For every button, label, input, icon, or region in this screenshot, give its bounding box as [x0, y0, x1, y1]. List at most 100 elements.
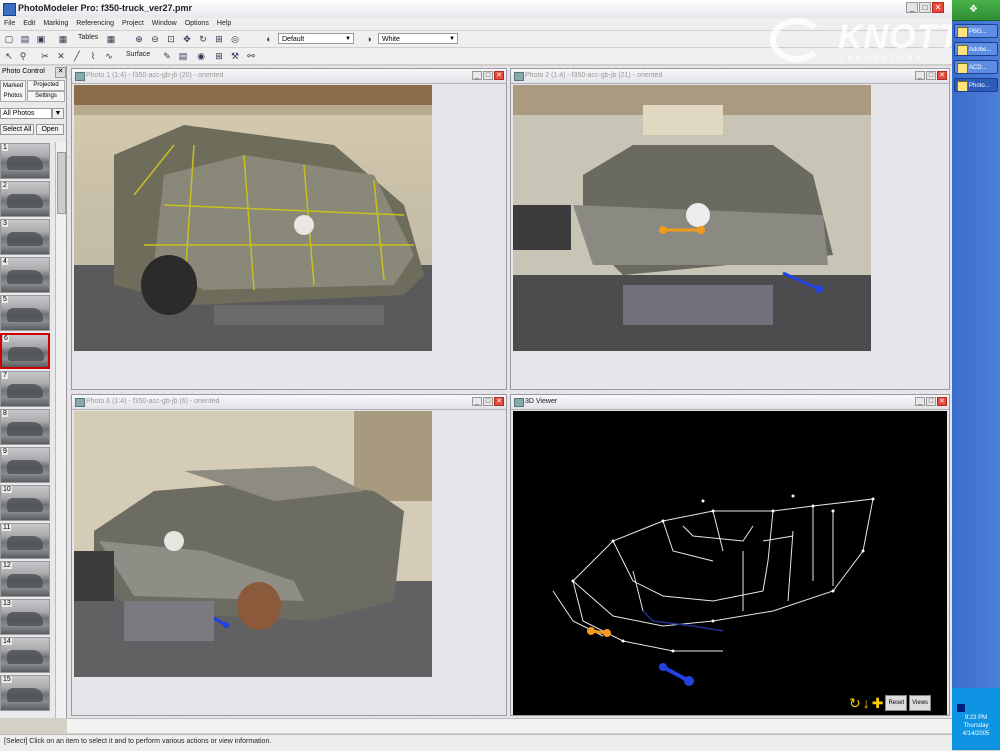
- tray-network-icon[interactable]: [957, 704, 965, 712]
- link-icon[interactable]: ⚯: [246, 51, 256, 61]
- tab-marked-photos[interactable]: Marked Photos: [0, 80, 26, 102]
- thumbnail-scrollbar[interactable]: [55, 142, 66, 718]
- grid-small-icon[interactable]: ⊞: [214, 51, 224, 61]
- panel-close-button[interactable]: ✕: [55, 67, 66, 78]
- menu-file[interactable]: File: [4, 18, 15, 30]
- wrench-icon[interactable]: ⚒: [230, 51, 240, 61]
- camera-icon[interactable]: ◎: [230, 34, 240, 44]
- pointer-icon[interactable]: ↖: [4, 51, 14, 61]
- viewer-reset-button[interactable]: Reset: [885, 695, 908, 711]
- open-button[interactable]: Open: [36, 124, 64, 135]
- minimize-button[interactable]: _: [906, 2, 918, 13]
- surface-label[interactable]: Surface: [126, 51, 150, 58]
- viewer-3d-window[interactable]: 3D Viewer _ □ ✕ ↻ ↓ ✚ Reset Views: [510, 394, 950, 716]
- photo-6-close-button[interactable]: ✕: [494, 397, 504, 406]
- print-icon[interactable]: ▦: [58, 34, 68, 44]
- open-folder-icon[interactable]: ▤: [20, 34, 30, 44]
- scrollbar-thumb[interactable]: [57, 152, 66, 214]
- magnifier-icon[interactable]: ⚲: [18, 51, 28, 61]
- photo-thumbnail[interactable]: 2: [0, 181, 50, 217]
- white-select[interactable]: White ▼: [378, 33, 458, 44]
- menu-window[interactable]: Window: [152, 18, 177, 30]
- viewer-close-button[interactable]: ✕: [937, 397, 947, 406]
- grid-icon[interactable]: ▦: [106, 34, 116, 44]
- edge-icon[interactable]: ⌇: [88, 51, 98, 61]
- tab-projected[interactable]: Projected: [27, 80, 65, 91]
- taskbar-item-pbg[interactable]: PBG...: [954, 24, 998, 38]
- zoom-in-icon[interactable]: ⊕: [134, 34, 144, 44]
- photo-6-maximize-button[interactable]: □: [483, 397, 493, 406]
- viewer-views-button[interactable]: Views: [909, 695, 932, 711]
- photo-window-2-titlebar[interactable]: Photo 2 (1:4) - f350-acc-gb-jb (21) - or…: [511, 69, 949, 84]
- palette-icon[interactable]: ◑: [364, 34, 374, 44]
- rotate-view-icon[interactable]: ↻: [849, 696, 861, 710]
- photo-2-maximize-button[interactable]: □: [926, 71, 936, 80]
- photo-thumbnail[interactable]: 5: [0, 295, 50, 331]
- table-icon[interactable]: ▤: [178, 51, 188, 61]
- line-icon[interactable]: ╱: [72, 51, 82, 61]
- tables-label[interactable]: Tables: [78, 34, 98, 41]
- zoom-view-icon[interactable]: ↓: [863, 696, 870, 710]
- rotate-icon[interactable]: ↻: [198, 34, 208, 44]
- photo-1-image[interactable]: [74, 85, 432, 351]
- pan-view-icon[interactable]: ✚: [872, 696, 884, 710]
- viewer-maximize-button[interactable]: □: [926, 397, 936, 406]
- photo-6-image[interactable]: [74, 411, 432, 677]
- photo-6-minimize-button[interactable]: _: [472, 397, 482, 406]
- photo-thumbnail[interactable]: 7: [0, 371, 50, 407]
- photo-thumbnail[interactable]: 10: [0, 485, 50, 521]
- viewer-3d-titlebar[interactable]: 3D Viewer _ □ ✕: [511, 395, 949, 410]
- photo-1-maximize-button[interactable]: □: [483, 71, 493, 80]
- photo-thumbnail[interactable]: 3: [0, 219, 50, 255]
- workspace-hscroll[interactable]: [67, 718, 952, 733]
- photo-window-6[interactable]: Photo 6 (1:4) - f350-acc-gb-jb (6) - ori…: [71, 394, 507, 716]
- default-select[interactable]: Default ▼: [278, 33, 354, 44]
- cut-icon[interactable]: ✂: [40, 51, 50, 61]
- photo-2-image[interactable]: [513, 85, 871, 351]
- measure-icon[interactable]: ⊞: [214, 34, 224, 44]
- menu-project[interactable]: Project: [122, 18, 144, 30]
- menu-options[interactable]: Options: [185, 18, 209, 30]
- filter-dropdown-icon[interactable]: ▼: [52, 108, 64, 119]
- new-file-icon[interactable]: ▢: [4, 34, 14, 44]
- menu-help[interactable]: Help: [217, 18, 231, 30]
- pan-icon[interactable]: ✥: [182, 34, 192, 44]
- pencil-icon[interactable]: ✎: [162, 51, 172, 61]
- photo-window-1[interactable]: Photo 1 (1:4) - f350-acc-gb-jb (20) - or…: [71, 68, 507, 390]
- photo-filter-select[interactable]: All Photos: [0, 108, 52, 119]
- target-icon[interactable]: ◉: [196, 51, 206, 61]
- viewer-minimize-button[interactable]: _: [915, 397, 925, 406]
- photo-window-2[interactable]: Photo 2 (1:4) - f350-acc-gb-jb (21) - or…: [510, 68, 950, 390]
- photo-window-6-titlebar[interactable]: Photo 6 (1:4) - f350-acc-gb-jb (6) - ori…: [72, 395, 506, 410]
- render-icon[interactable]: ◐: [264, 34, 274, 44]
- menu-referencing[interactable]: Referencing: [76, 18, 114, 30]
- start-button[interactable]: ❖: [952, 0, 1000, 21]
- photo-thumbnail[interactable]: 12: [0, 561, 50, 597]
- menu-edit[interactable]: Edit: [23, 18, 35, 30]
- viewer-3d-canvas[interactable]: ↻ ↓ ✚ Reset Views: [513, 411, 947, 715]
- select-all-button[interactable]: Select All: [0, 124, 34, 135]
- photo-1-close-button[interactable]: ✕: [494, 71, 504, 80]
- photo-thumbnail[interactable]: 14: [0, 637, 50, 673]
- photo-2-minimize-button[interactable]: _: [915, 71, 925, 80]
- photo-thumbnail[interactable]: 1: [0, 143, 50, 179]
- curve-icon[interactable]: ∿: [104, 51, 114, 61]
- taskbar-item-photomodeler[interactable]: Photo...: [954, 78, 998, 92]
- maximize-button[interactable]: □: [919, 2, 931, 13]
- taskbar-item-adobe[interactable]: Adobe...: [954, 42, 998, 56]
- photo-thumbnail[interactable]: 15: [0, 675, 50, 711]
- cross-icon[interactable]: ✕: [56, 51, 66, 61]
- photo-window-1-titlebar[interactable]: Photo 1 (1:4) - f350-acc-gb-jb (20) - or…: [72, 69, 506, 84]
- photo-thumbnail[interactable]: 4: [0, 257, 50, 293]
- photo-2-close-button[interactable]: ✕: [937, 71, 947, 80]
- zoom-fit-icon[interactable]: ⊡: [166, 34, 176, 44]
- close-button[interactable]: ✕: [932, 2, 944, 13]
- photo-1-minimize-button[interactable]: _: [472, 71, 482, 80]
- photo-thumbnail[interactable]: 11: [0, 523, 50, 559]
- save-icon[interactable]: ▣: [36, 34, 46, 44]
- photo-thumbnail[interactable]: 8: [0, 409, 50, 445]
- photo-thumbnail[interactable]: 13: [0, 599, 50, 635]
- taskbar-item-acd[interactable]: ACD...: [954, 60, 998, 74]
- photo-thumbnail[interactable]: 9: [0, 447, 50, 483]
- zoom-out-icon[interactable]: ⊖: [150, 34, 160, 44]
